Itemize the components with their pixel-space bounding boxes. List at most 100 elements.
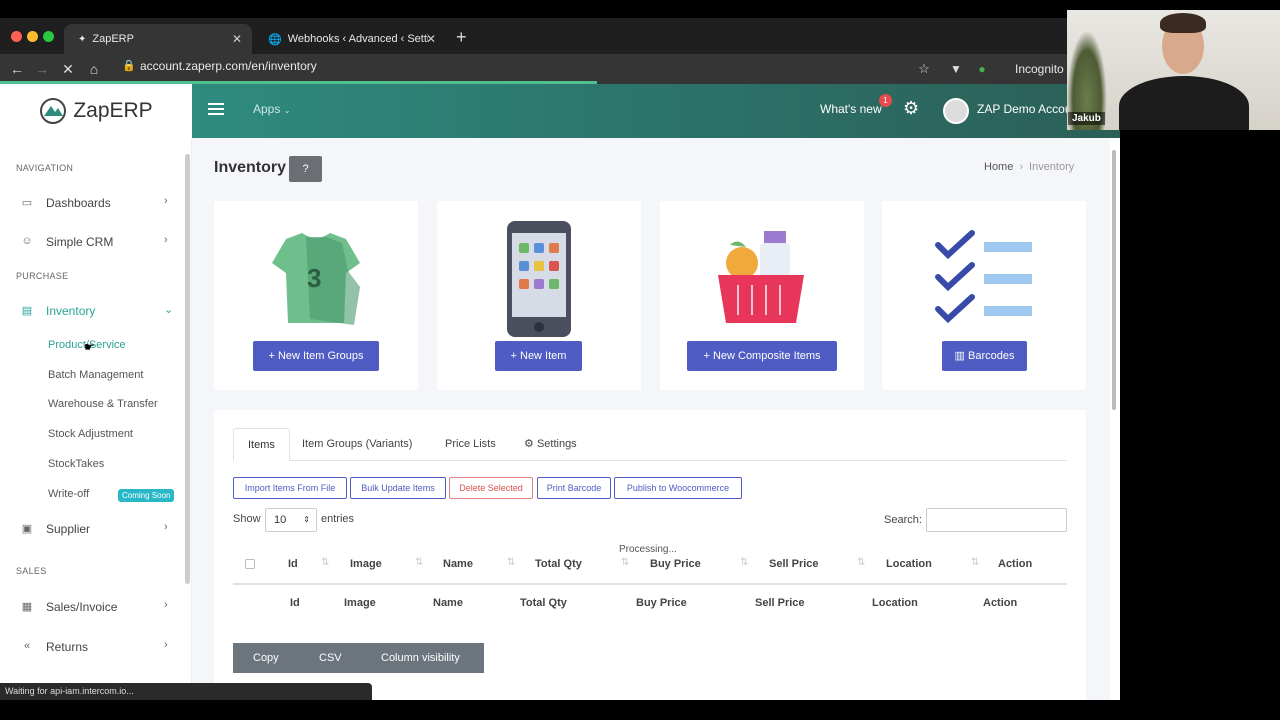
import-items-button[interactable]: Import Items From File — [233, 477, 347, 499]
new-tab-icon[interactable]: + — [456, 27, 467, 48]
column-id[interactable]: Id — [288, 558, 298, 570]
monitor-icon: ▭ — [21, 197, 33, 209]
home-icon[interactable]: ⌂ — [82, 54, 106, 84]
tab-price-lists[interactable]: Price Lists — [431, 428, 510, 461]
csv-button[interactable]: CSV — [319, 643, 342, 673]
tab-title: ZapERP — [92, 33, 134, 45]
webcam-name-label: Jakub — [1068, 112, 1105, 125]
footer-image: Image — [344, 597, 376, 609]
close-tab-icon[interactable]: ✕ — [426, 32, 436, 46]
extension-green-icon[interactable]: ● — [970, 54, 994, 84]
stop-loading-icon[interactable]: ✕ — [56, 54, 80, 84]
column-visibility-button[interactable]: Column visibility — [381, 643, 460, 673]
panel-tabs: Items Item Groups (Variants) Price Lists… — [233, 428, 1067, 461]
coming-soon-badge: Coming Soon — [118, 489, 175, 502]
minimize-window-icon[interactable] — [27, 31, 38, 42]
users-icon: ☺ — [21, 235, 33, 247]
gear-icon: ⚙ — [524, 438, 534, 450]
browser-tab-zaperp[interactable]: ✦ ZapERP ✕ — [64, 24, 252, 54]
account-name[interactable]: ZAP Demo Accou — [977, 102, 1072, 116]
sidebar-item-dashboards[interactable]: ▭ Dashboards › — [0, 190, 182, 218]
new-item-button[interactable]: + New Item — [495, 341, 582, 371]
export-button-group: Copy CSV Column visibility — [233, 643, 484, 673]
page-size-select[interactable]: 10 ⇕ — [265, 508, 317, 532]
sort-icon[interactable]: ⇅ — [971, 557, 979, 568]
column-sell-price[interactable]: Sell Price — [769, 558, 819, 570]
back-icon[interactable]: ← — [5, 54, 29, 84]
gear-icon[interactable]: ⚙ — [903, 98, 919, 119]
column-name[interactable]: Name — [443, 558, 473, 570]
delete-selected-button[interactable]: Delete Selected — [449, 477, 533, 499]
select-all-checkbox[interactable] — [245, 559, 255, 569]
screen-top-strip — [0, 0, 1120, 18]
section-navigation: NAVIGATION — [16, 163, 74, 173]
tab-items[interactable]: Items — [233, 428, 290, 461]
sidebar-item-inventory[interactable]: ▤ Inventory ⌄ — [0, 298, 182, 326]
maximize-window-icon[interactable] — [43, 31, 54, 42]
tab-label: Settings — [536, 438, 577, 450]
breadcrumb-home[interactable]: Home — [984, 161, 1013, 173]
incognito-label[interactable]: Incognito — [1015, 54, 1064, 84]
menu-toggle-icon[interactable] — [208, 103, 224, 115]
sidebar-subitem-write-off[interactable]: Write-off — [48, 488, 89, 500]
page-scrollbar[interactable] — [1112, 150, 1116, 410]
sidebar-item-supplier[interactable]: ▣ Supplier › — [0, 516, 182, 544]
select-arrows-icon: ⇕ — [303, 515, 310, 524]
sidebar-subitem-warehouse-transfer[interactable]: Warehouse & Transfer — [48, 398, 158, 410]
sidebar-item-label: Dashboards — [46, 196, 111, 210]
sidebar-item-returns[interactable]: « Returns › — [0, 634, 182, 662]
sort-icon[interactable]: ⇅ — [857, 557, 865, 568]
bookmark-star-icon[interactable]: ☆ — [912, 54, 936, 84]
barcode-icon: ▥ — [954, 350, 965, 362]
extension-icon[interactable]: ▼ — [944, 54, 968, 84]
tab-settings[interactable]: ⚙ Settings — [510, 428, 591, 461]
column-location[interactable]: Location — [886, 558, 932, 570]
footer-id: Id — [290, 597, 300, 609]
breadcrumb-current: Inventory — [1029, 161, 1075, 173]
sidebar-subitem-batch-management[interactable]: Batch Management — [48, 369, 143, 381]
breadcrumb-separator-icon: › — [1019, 161, 1024, 173]
new-item-groups-button[interactable]: + New Item Groups — [253, 341, 379, 371]
column-buy-price[interactable]: Buy Price — [650, 558, 701, 570]
new-composite-items-button[interactable]: + New Composite Items — [687, 341, 837, 371]
whats-new-link[interactable]: What's new — [820, 102, 882, 116]
breadcrumb: Home › Inventory — [984, 161, 1074, 173]
forward-icon[interactable]: → — [30, 54, 54, 84]
sidebar-scrollbar[interactable] — [185, 154, 190, 584]
browser-window: ✦ ZapERP ✕ 🌐 Webhooks ‹ Advanced ‹ Setti… — [0, 0, 1120, 700]
apps-dropdown[interactable]: Apps ⌄ — [253, 102, 290, 116]
footer-sell-price: Sell Price — [755, 597, 805, 609]
tab-item-groups[interactable]: Item Groups (Variants) — [288, 428, 426, 461]
copy-button[interactable]: Copy — [253, 643, 279, 673]
sidebar-subitem-stocktakes[interactable]: StockTakes — [48, 458, 104, 470]
sort-icon[interactable]: ⇅ — [321, 557, 329, 568]
sort-icon[interactable]: ⇅ — [415, 557, 423, 568]
sidebar-item-label: Supplier — [46, 522, 91, 536]
search-input[interactable] — [926, 508, 1067, 532]
column-total-qty[interactable]: Total Qty — [535, 558, 582, 570]
avatar[interactable] — [943, 98, 969, 124]
app-logo[interactable]: ZapERP — [0, 84, 192, 138]
sidebar-item-simple-crm[interactable]: ☺ Simple CRM › — [0, 229, 182, 257]
lock-icon: 🔒 — [122, 60, 136, 72]
bulk-update-button[interactable]: Bulk Update Items — [350, 477, 446, 499]
sidebar-subitem-stock-adjustment[interactable]: Stock Adjustment — [48, 428, 133, 440]
sort-icon[interactable]: ⇅ — [621, 557, 629, 568]
section-sales: SALES — [16, 566, 47, 576]
sort-icon[interactable]: ⇅ — [507, 557, 515, 568]
help-icon[interactable]: ? — [289, 156, 322, 182]
barcodes-button[interactable]: ▥ Barcodes — [942, 341, 1027, 371]
sidebar-item-sales-invoice[interactable]: ▦ Sales/Invoice › — [0, 594, 182, 622]
close-window-icon[interactable] — [11, 31, 22, 42]
section-purchase: PURCHASE — [16, 271, 69, 281]
publish-woocommerce-button[interactable]: Publish to Woocommerce — [614, 477, 742, 499]
invoice-icon: ▦ — [21, 601, 33, 613]
print-barcode-button[interactable]: Print Barcode — [537, 477, 611, 499]
url-field[interactable]: 🔒 account.zaperp.com/en/inventory — [110, 54, 940, 78]
sort-icon[interactable]: ⇅ — [740, 557, 748, 568]
column-action: Action — [998, 558, 1033, 570]
logo-text: ZapERP — [73, 99, 153, 122]
close-tab-icon[interactable]: ✕ — [232, 32, 242, 46]
column-image[interactable]: Image — [350, 558, 382, 570]
browser-tab-webhooks[interactable]: 🌐 Webhooks ‹ Advanced ‹ Settin ✕ — [254, 24, 446, 54]
